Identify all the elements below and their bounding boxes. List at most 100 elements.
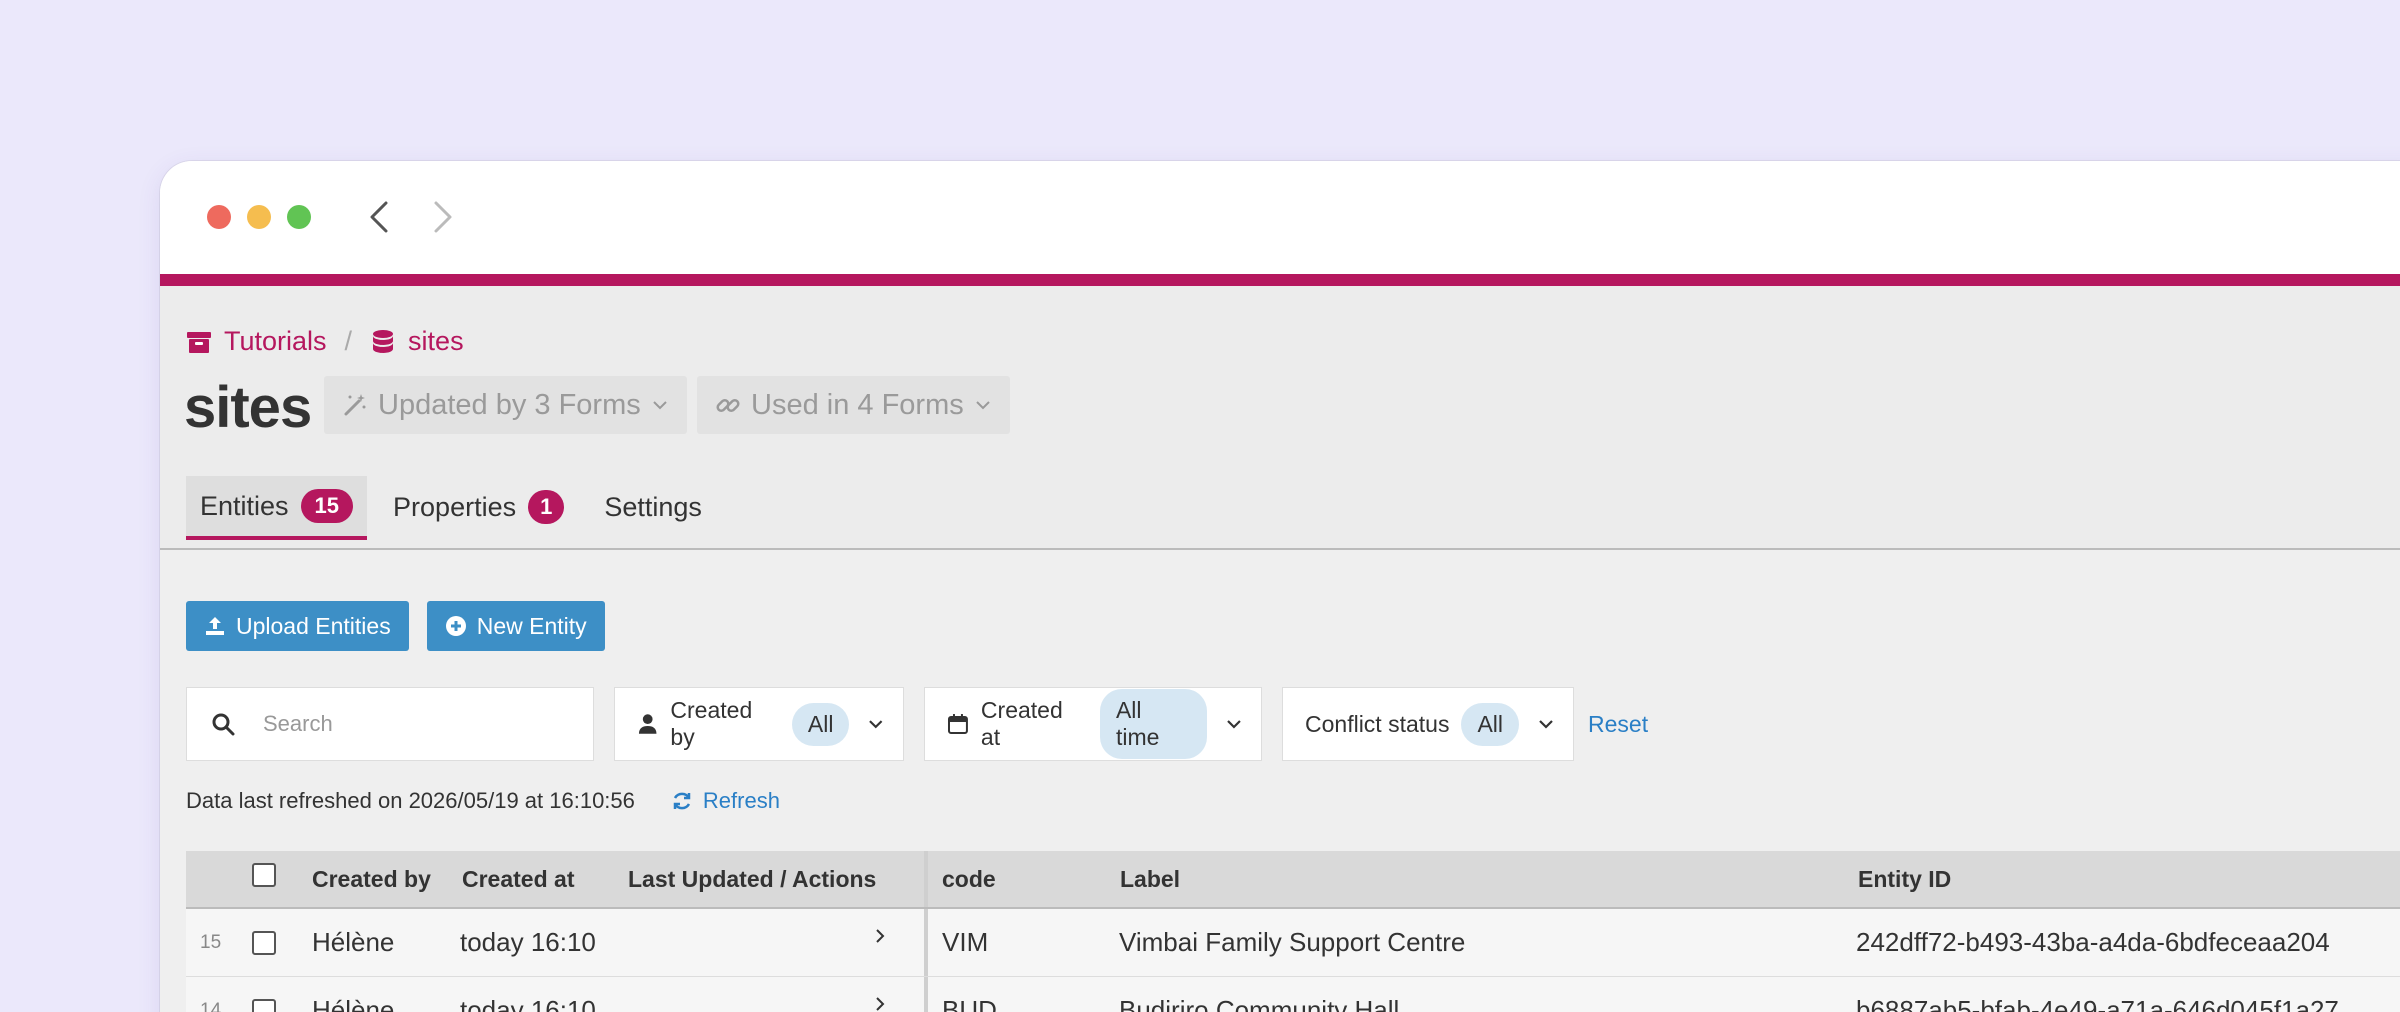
updated-by-forms-label: Updated by 3 Forms bbox=[378, 388, 641, 421]
tab-properties[interactable]: Properties 1 bbox=[379, 476, 578, 538]
refresh-label: Refresh bbox=[702, 788, 780, 813]
main-content: Tutorials / sites sites Updated by 3 For… bbox=[160, 286, 2400, 1012]
refresh-link[interactable]: Refresh bbox=[671, 788, 780, 814]
upload-entities-button[interactable]: Upload Entities bbox=[186, 601, 409, 651]
tab-settings[interactable]: Settings bbox=[590, 476, 716, 538]
breadcrumb-project[interactable]: Tutorials bbox=[186, 326, 327, 357]
accent-bar bbox=[160, 274, 2400, 286]
breadcrumb-separator: / bbox=[344, 326, 353, 356]
row-checkbox-cell bbox=[252, 909, 276, 976]
properties-count-badge: 1 bbox=[528, 490, 565, 524]
calendar-icon bbox=[947, 714, 968, 734]
select-all-cell bbox=[252, 847, 276, 903]
row-number: 14 bbox=[200, 999, 222, 1012]
filter-bar: Created by All Created at All time Confl… bbox=[186, 687, 1648, 761]
frozen-column-divider bbox=[924, 851, 928, 907]
header-created-at[interactable]: Created at bbox=[462, 851, 574, 907]
cell-entity-id: b6887ab5-bfab-4e49-a71a-646d045f1a27 bbox=[1856, 995, 2339, 1012]
action-buttons: Upload Entities New Entity bbox=[186, 601, 605, 651]
maximize-window-button[interactable] bbox=[287, 205, 311, 229]
search-icon bbox=[212, 713, 235, 736]
row-checkbox-cell bbox=[252, 977, 276, 1012]
table-row[interactable]: 15 Hélène today 16:10 VIM Vimbai Family … bbox=[186, 909, 2400, 977]
new-entity-label: New Entity bbox=[476, 612, 587, 639]
table-header: Created by Created at Last Updated / Act… bbox=[186, 851, 2400, 909]
created-at-value: All time bbox=[1099, 689, 1208, 759]
row-checkbox[interactable] bbox=[252, 930, 276, 955]
cell-created-by: Hélène bbox=[312, 927, 395, 957]
tab-settings-label: Settings bbox=[604, 491, 702, 522]
created-by-label: Created by bbox=[670, 697, 753, 750]
new-entity-button[interactable]: New Entity bbox=[426, 601, 605, 651]
frozen-column-divider bbox=[924, 909, 928, 976]
conflict-status-label: Conflict status bbox=[1305, 710, 1450, 737]
link-icon bbox=[716, 398, 740, 413]
chevron-right-icon[interactable] bbox=[871, 995, 889, 1012]
table-row[interactable]: 14 Hélène today 16:10 BUD Budiriro Commu… bbox=[186, 977, 2400, 1012]
row-number: 15 bbox=[200, 931, 222, 953]
cell-created-at: today 16:10 bbox=[460, 995, 596, 1012]
cell-code: BUD bbox=[942, 995, 997, 1012]
row-expand-cell bbox=[629, 977, 899, 1012]
forward-arrow-icon[interactable] bbox=[424, 199, 460, 235]
chevron-down-icon bbox=[1227, 720, 1241, 729]
breadcrumb-dataset[interactable]: sites bbox=[370, 326, 464, 357]
page-title: sites bbox=[184, 375, 312, 440]
used-in-forms-dropdown[interactable]: Used in 4 Forms bbox=[697, 376, 1010, 434]
chevron-down-icon bbox=[653, 401, 667, 410]
cell-code: VIM bbox=[942, 927, 989, 957]
last-refreshed-text: Data last refreshed on 2026/05/19 at 16:… bbox=[186, 788, 635, 813]
cell-created-by: Hélène bbox=[312, 995, 395, 1012]
page-header: Tutorials / sites sites Updated by 3 For… bbox=[160, 286, 2400, 550]
refresh-icon bbox=[673, 792, 691, 810]
header-last-updated[interactable]: Last Updated / Actions bbox=[628, 851, 876, 907]
back-arrow-icon[interactable] bbox=[362, 199, 398, 235]
used-in-forms-label: Used in 4 Forms bbox=[751, 388, 964, 421]
header-code[interactable]: code bbox=[942, 851, 996, 907]
upload-entities-label: Upload Entities bbox=[236, 612, 391, 639]
conflict-status-filter[interactable]: Conflict status All bbox=[1282, 687, 1574, 761]
archive-icon bbox=[187, 331, 211, 353]
select-all-checkbox[interactable] bbox=[252, 863, 276, 887]
breadcrumb: Tutorials / sites bbox=[186, 326, 464, 357]
entities-count-badge: 15 bbox=[300, 489, 354, 523]
user-icon bbox=[638, 714, 657, 734]
close-window-button[interactable] bbox=[207, 205, 231, 229]
breadcrumb-project-label: Tutorials bbox=[224, 326, 327, 356]
upload-icon bbox=[206, 617, 224, 635]
breadcrumb-dataset-label: sites bbox=[408, 326, 464, 356]
title-bar bbox=[160, 161, 2400, 274]
cell-label: Budiriro Community Hall bbox=[1119, 995, 1400, 1012]
browser-window: Tutorials / sites sites Updated by 3 For… bbox=[160, 161, 2400, 1012]
entities-table: Created by Created at Last Updated / Act… bbox=[186, 851, 2400, 1012]
tab-entities-label: Entities bbox=[200, 490, 289, 521]
chevron-down-icon bbox=[1539, 720, 1553, 729]
tab-entities[interactable]: Entities 15 bbox=[186, 476, 368, 540]
reset-filters-link[interactable]: Reset bbox=[1588, 711, 1648, 738]
header-created-by[interactable]: Created by bbox=[312, 851, 431, 907]
minimize-window-button[interactable] bbox=[247, 205, 271, 229]
updated-by-forms-dropdown[interactable]: Updated by 3 Forms bbox=[324, 376, 687, 434]
cell-created-at: today 16:10 bbox=[460, 927, 596, 957]
created-at-filter[interactable]: Created at All time bbox=[924, 687, 1262, 761]
row-expand-cell bbox=[629, 909, 899, 976]
conflict-status-value: All bbox=[1461, 702, 1519, 746]
tab-bar: Entities 15 Properties 1 Settings bbox=[186, 476, 728, 550]
plus-circle-icon bbox=[445, 616, 466, 636]
tab-properties-label: Properties bbox=[393, 491, 517, 522]
database-icon bbox=[373, 329, 394, 353]
chevron-down-icon bbox=[976, 401, 990, 410]
header-entity-id[interactable]: Entity ID bbox=[1858, 851, 1951, 907]
magic-wand-icon bbox=[344, 394, 366, 416]
header-label[interactable]: Label bbox=[1120, 851, 1180, 907]
search-box bbox=[186, 687, 594, 761]
search-input[interactable] bbox=[263, 711, 563, 737]
chevron-right-icon[interactable] bbox=[871, 927, 889, 945]
cell-entity-id: 242dff72-b493-43ba-a4da-6bdfeceaa204 bbox=[1856, 927, 2330, 957]
created-by-filter[interactable]: Created by All bbox=[614, 687, 904, 761]
created-at-label: Created at bbox=[980, 697, 1063, 750]
row-checkbox[interactable] bbox=[252, 998, 276, 1012]
cell-label: Vimbai Family Support Centre bbox=[1119, 927, 1466, 957]
chevron-down-icon bbox=[869, 720, 883, 729]
frozen-column-divider bbox=[924, 977, 928, 1012]
